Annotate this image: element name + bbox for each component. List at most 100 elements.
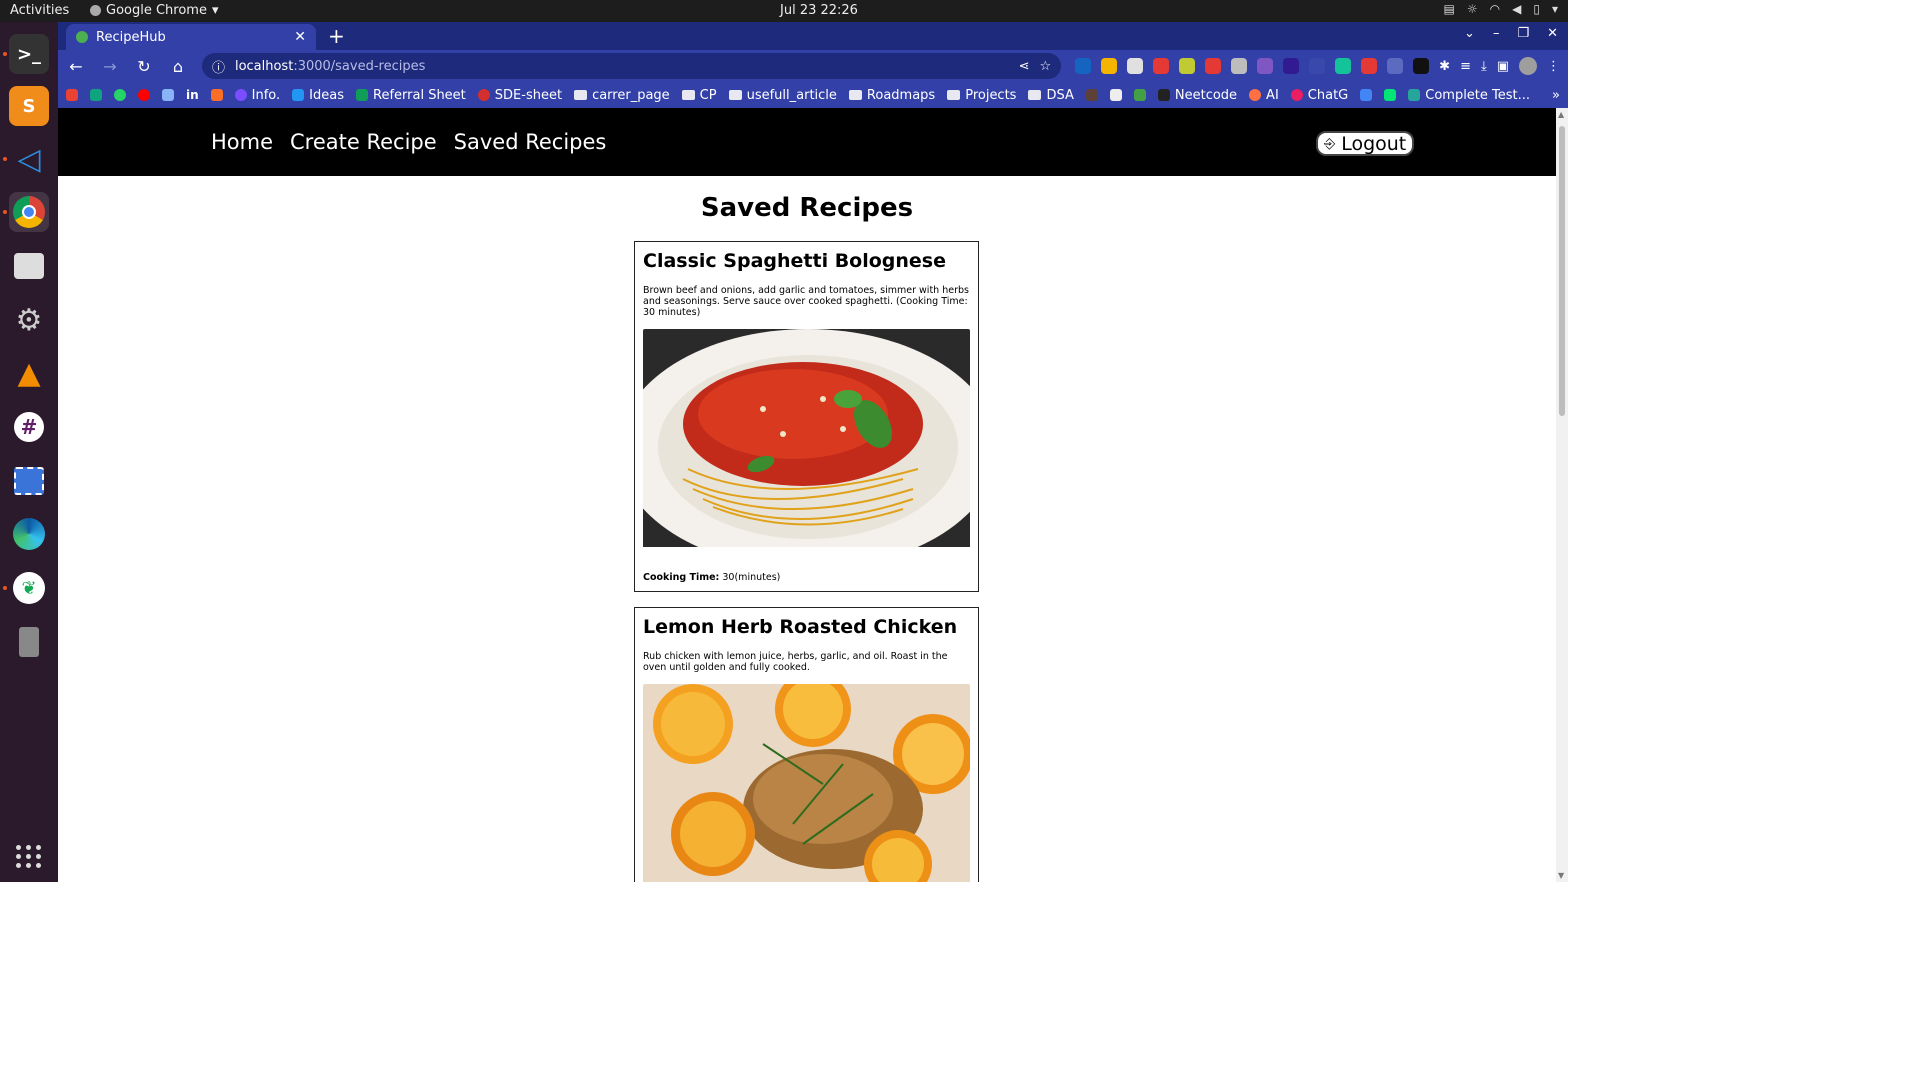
info-bookmark-icon	[234, 89, 247, 101]
profile-avatar[interactable]	[1519, 57, 1538, 75]
sublime-text-icon[interactable]: S	[9, 86, 49, 126]
chrome-menu-icon[interactable]: ⋮	[1547, 59, 1560, 74]
home-icon[interactable]: ⌂	[168, 57, 188, 76]
terminal-icon[interactable]: >_	[9, 34, 49, 74]
bookmark-folder-cp[interactable]: CP	[681, 88, 717, 103]
logout-icon: ⎆	[1324, 135, 1336, 152]
nav-create-recipe-link[interactable]: Create Recipe	[290, 130, 437, 154]
bookmark-misc[interactable]	[1109, 89, 1122, 101]
extension-icon[interactable]	[1413, 58, 1430, 74]
clock[interactable]: Jul 23 22:26	[780, 3, 858, 18]
extension-icon[interactable]	[1361, 58, 1378, 74]
brightness-icon: ☼	[1466, 2, 1478, 16]
scroll-down-arrow-icon[interactable]: ▼	[1558, 871, 1564, 880]
bookmark-folder-dsa[interactable]: DSA	[1028, 88, 1074, 103]
bookmark-misc[interactable]	[1085, 89, 1098, 101]
side-panel-icon[interactable]: ▣	[1497, 59, 1509, 74]
reload-icon[interactable]: ↻	[134, 57, 154, 76]
minimize-icon[interactable]: –	[1493, 26, 1500, 41]
vlc-icon[interactable]: ▲	[9, 353, 49, 393]
extension-icon[interactable]	[1283, 58, 1300, 74]
bookmark-folder-roadmaps[interactable]: Roadmaps	[848, 87, 936, 103]
url-text[interactable]: localhost:3000/saved-recipes	[235, 59, 1009, 74]
close-tab-icon[interactable]: ✕	[294, 29, 306, 45]
extension-icon[interactable]	[1335, 58, 1352, 74]
downloads-icon[interactable]: ⤓	[1481, 59, 1487, 74]
share-icon[interactable]: ⋖	[1019, 59, 1030, 74]
app-menu-label: Google Chrome	[106, 3, 207, 18]
bookmark-star-icon[interactable]: ☆	[1040, 59, 1052, 74]
bookmark-sde-sheet[interactable]: SDE-sheet	[477, 88, 562, 103]
bookmark-linkedin[interactable]: in	[186, 88, 199, 102]
bookmark-ideas[interactable]: Ideas	[292, 88, 344, 103]
trash-icon[interactable]	[9, 622, 49, 662]
bookmark-referral-sheet[interactable]: Referral Sheet	[356, 88, 466, 103]
bookmark-neetcode[interactable]: Neetcode	[1157, 88, 1237, 103]
gemini-icon	[162, 89, 174, 101]
browser-toolbar: ← → ↻ ⌂ ⓘ localhost:3000/saved-recipes ⋖…	[58, 50, 1568, 82]
more-bookmarks-icon[interactable]: »	[1552, 88, 1560, 103]
window-controls: ⌄ – ❐ ✕	[1464, 26, 1558, 41]
bookmark-folder-projects[interactable]: Projects	[947, 88, 1016, 103]
settings-icon[interactable]: ⚙	[9, 300, 49, 340]
nav-saved-recipes-link[interactable]: Saved Recipes	[454, 130, 607, 154]
back-arrow-icon[interactable]: ←	[66, 57, 86, 76]
activities-button[interactable]: Activities	[10, 3, 69, 18]
bookmark-label: Roadmaps	[866, 87, 936, 103]
tab-search-icon[interactable]: ⌄	[1464, 26, 1475, 41]
app-menu[interactable]: Google Chrome ▾	[90, 3, 219, 18]
bookmark-chatg[interactable]: ChatG	[1290, 88, 1348, 103]
bookmark-misc[interactable]	[1360, 89, 1373, 101]
bookmark-folder-usefull-article[interactable]: usefull_article	[728, 88, 837, 103]
extension-icon[interactable]	[1231, 58, 1248, 74]
screenshot-icon[interactable]	[9, 461, 49, 501]
reading-list-icon[interactable]: ≡	[1460, 59, 1471, 74]
site-info-icon[interactable]: ⓘ	[212, 57, 225, 76]
page-scrollbar[interactable]: ▲ ▼	[1556, 108, 1568, 882]
edge-beta-icon[interactable]	[9, 514, 49, 554]
system-tray[interactable]: ▤ ☼ ◠ ◀ ▯ ▾	[1444, 2, 1558, 16]
bookmark-misc[interactable]	[1133, 89, 1146, 101]
chrome-icon[interactable]	[9, 192, 49, 232]
extension-icon[interactable]	[1075, 58, 1092, 74]
extensions-puzzle-icon[interactable]: ✱	[1439, 59, 1450, 74]
tab-recipehub[interactable]: RecipeHub ✕	[66, 24, 316, 50]
extension-icon[interactable]	[1257, 58, 1274, 74]
scrollbar-thumb[interactable]	[1559, 126, 1565, 416]
bookmark-info[interactable]: Info.	[234, 88, 280, 103]
slack-icon[interactable]: #	[9, 407, 49, 447]
new-tab-icon[interactable]: +	[328, 24, 345, 48]
files-icon[interactable]	[9, 246, 49, 286]
extension-icon[interactable]	[1309, 58, 1326, 74]
scroll-up-arrow-icon[interactable]: ▲	[1558, 110, 1564, 119]
vscode-icon[interactable]: ◁	[9, 139, 49, 179]
show-applications-icon[interactable]	[16, 845, 42, 868]
bookmark-label: Complete Test...	[1425, 87, 1531, 103]
logout-button[interactable]: ⎆ Logout	[1316, 131, 1415, 156]
extension-icon[interactable]	[1387, 58, 1404, 74]
bookmark-complete-test[interactable]: Complete Test...	[1408, 88, 1530, 103]
extension-icon[interactable]	[1101, 58, 1118, 74]
bookmark-misc[interactable]	[1384, 89, 1397, 101]
bookmark-gmail[interactable]	[66, 89, 78, 101]
bookmark-gemini[interactable]	[162, 89, 174, 101]
bookmark-whatsapp[interactable]	[114, 89, 126, 101]
app-navbar: Home Create Recipe Saved Recipes ⎆ Logou…	[58, 108, 1556, 176]
address-bar[interactable]: ⓘ localhost:3000/saved-recipes ⋖ ☆	[201, 53, 1062, 79]
running-indicator	[3, 586, 7, 590]
forward-arrow-icon[interactable]: →	[100, 57, 120, 76]
extension-icon[interactable]	[1205, 58, 1222, 74]
bookmark-gitlab[interactable]	[210, 89, 223, 101]
maximize-icon[interactable]: ❐	[1517, 26, 1529, 41]
close-window-icon[interactable]: ✕	[1547, 26, 1558, 41]
mongodb-compass-icon[interactable]: ❦	[9, 568, 49, 608]
nav-home-link[interactable]: Home	[211, 130, 273, 154]
extension-icon[interactable]	[1127, 58, 1144, 74]
power-menu-icon: ▾	[1551, 2, 1558, 16]
bookmark-ai[interactable]: AI	[1249, 88, 1279, 103]
extension-icon[interactable]	[1179, 58, 1196, 74]
bookmark-folder-carrer-page[interactable]: carrer_page	[574, 88, 670, 103]
extension-icon[interactable]	[1153, 58, 1170, 74]
bookmark-chatgpt[interactable]	[90, 89, 102, 101]
bookmark-youtube[interactable]	[138, 89, 150, 101]
